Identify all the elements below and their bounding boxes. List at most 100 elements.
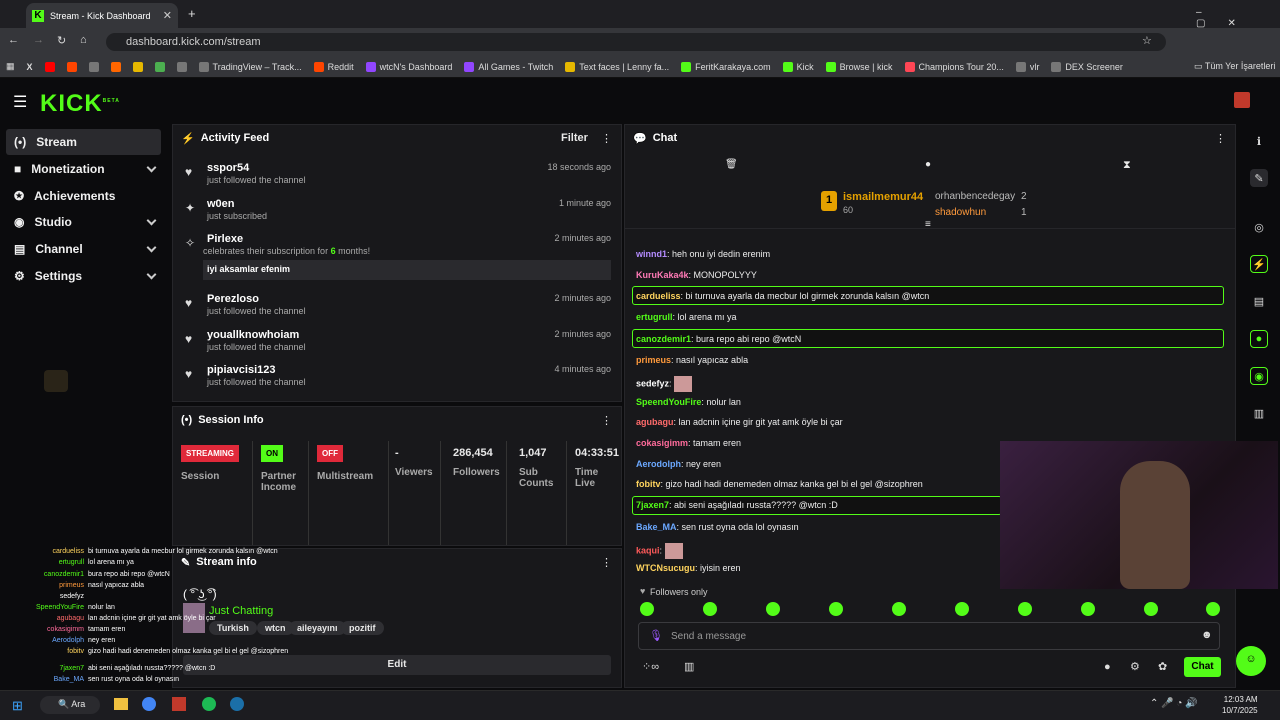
pencil-icon[interactable]: ✎ xyxy=(1250,169,1268,187)
more-options-icon[interactable]: ⋮ xyxy=(1215,132,1226,145)
spotify-icon[interactable] xyxy=(202,697,216,711)
more-options-icon[interactable]: ⋮ xyxy=(601,556,612,569)
emote-button[interactable] xyxy=(892,602,906,616)
emote-button[interactable] xyxy=(1018,602,1032,616)
chat-username[interactable]: agubagu xyxy=(636,417,674,427)
site-icon[interactable] xyxy=(132,61,143,72)
kick-logo[interactable]: KICKBETA xyxy=(40,90,120,118)
filter-button[interactable]: Filter xyxy=(561,132,588,144)
browser-tab[interactable]: K Stream - Kick Dashboard ✕ xyxy=(26,3,178,28)
sidebar-item-achievements[interactable]: ✪ Achievements xyxy=(6,183,161,209)
sidebar-item-settings[interactable]: ⚙ Settings xyxy=(6,263,161,289)
ycombinator-icon[interactable] xyxy=(110,61,121,72)
bookmark-item[interactable]: Champions Tour 20... xyxy=(904,61,1004,72)
collapse-icon[interactable]: ≡ xyxy=(925,219,931,230)
chat-username[interactable]: sedefyz xyxy=(636,378,669,388)
home-icon[interactable]: ⌂ xyxy=(80,34,87,46)
chat-username[interactable]: fobitv xyxy=(636,479,661,489)
url-field[interactable]: dashboard.kick.com/stream xyxy=(106,33,1166,51)
new-tab-icon[interactable]: + xyxy=(188,6,196,21)
bookmark-item[interactable]: FeritKarakaya.com xyxy=(681,61,771,72)
menu-icon[interactable]: ☰ xyxy=(13,92,27,112)
chat-username[interactable]: cokasigimm xyxy=(636,438,688,448)
feed-user[interactable]: Pirlexe xyxy=(207,233,243,245)
steam-icon[interactable] xyxy=(230,697,244,711)
chat-settings-icon[interactable]: ● xyxy=(1104,661,1111,673)
clip-icon[interactable]: ◎ xyxy=(1250,218,1268,236)
leader-3-name[interactable]: shadowhun xyxy=(935,207,986,218)
infinity-icon[interactable]: ⁘∞ xyxy=(642,660,659,673)
bookmark-item[interactable]: Text faces | Lenny fa... xyxy=(565,61,669,72)
chat-username[interactable]: Aerodolph xyxy=(636,459,681,469)
chat-input[interactable]: 🎙 Send a message ☻ xyxy=(638,622,1220,650)
emote-button[interactable] xyxy=(640,602,654,616)
chat-username[interactable]: ertugrull xyxy=(636,312,673,322)
send-chat-button[interactable]: Chat xyxy=(1184,657,1221,677)
bookmark-item[interactable]: vlr xyxy=(1015,61,1039,72)
bookmark-item[interactable]: Browse | kick xyxy=(825,61,893,72)
avatar[interactable] xyxy=(1234,92,1250,108)
chat-username[interactable]: SpeendYouFire xyxy=(636,397,701,407)
gift-icon[interactable]: ✿ xyxy=(1158,660,1167,673)
app-icon[interactable] xyxy=(172,697,186,711)
chat-username[interactable]: cardueliss xyxy=(636,291,681,301)
feed-user[interactable]: w0en xyxy=(207,198,235,210)
store-icon[interactable]: ▥ xyxy=(684,660,694,673)
chat-icon[interactable]: ● xyxy=(1250,330,1268,348)
close-tab-icon[interactable]: ✕ xyxy=(163,9,172,22)
emoji-icon[interactable]: ☻ xyxy=(1201,629,1213,641)
feed-user[interactable]: sspor54 xyxy=(207,162,249,174)
trash-icon[interactable]: 🗑 xyxy=(725,159,738,170)
reload-icon[interactable]: ↻ xyxy=(57,34,66,47)
emote-button[interactable] xyxy=(766,602,780,616)
chat-username[interactable]: 7jaxen7 xyxy=(636,500,669,510)
bookmark-item[interactable]: TradingView – Track... xyxy=(198,61,302,72)
emote-button[interactable] xyxy=(1081,602,1095,616)
more-options-icon[interactable]: ⋮ xyxy=(601,132,612,145)
leader-2-name[interactable]: orhanbencedegay xyxy=(935,191,1015,202)
site-icon[interactable] xyxy=(88,61,99,72)
emote-button[interactable] xyxy=(703,602,717,616)
broadcast-icon[interactable]: ◉ xyxy=(1250,367,1268,385)
feed-user[interactable]: Perezloso xyxy=(207,293,259,305)
reddit-icon[interactable] xyxy=(66,61,77,72)
category-label[interactable]: Just Chatting xyxy=(209,605,273,617)
chat-username[interactable]: primeus xyxy=(636,355,671,365)
emote-button[interactable] xyxy=(1144,602,1158,616)
x-icon[interactable]: X xyxy=(27,62,33,72)
mic-icon[interactable]: 🎙 xyxy=(649,629,663,642)
more-options-icon[interactable]: ⋮ xyxy=(601,414,612,427)
chat-username[interactable]: KuruKaka4k xyxy=(636,270,689,280)
info-icon[interactable]: ℹ xyxy=(1250,132,1268,150)
windows-start-icon[interactable]: ⊞ xyxy=(12,698,23,714)
bookmark-item[interactable]: All Games - Twitch xyxy=(464,61,553,72)
window-controls[interactable]: –▢✕ xyxy=(1196,7,1280,29)
sidebar-item-stream[interactable]: (•) Stream xyxy=(6,129,161,155)
chat-username[interactable]: canozdemir1 xyxy=(636,334,691,344)
bookmark-star-icon[interactable]: ☆ xyxy=(1142,34,1152,47)
help-button[interactable]: ☺ xyxy=(1236,646,1266,676)
emote-button[interactable] xyxy=(829,602,843,616)
all-bookmarks[interactable]: ▭ Tüm Yer İşaretleri xyxy=(1194,61,1275,72)
document-icon[interactable]: ▤ xyxy=(1250,292,1268,310)
emote-button[interactable] xyxy=(955,602,969,616)
site-icon[interactable] xyxy=(154,61,165,72)
apps-icon[interactable]: ▦ xyxy=(6,61,15,72)
hourglass-icon[interactable]: ⧗ xyxy=(1123,159,1131,172)
back-icon[interactable]: ← xyxy=(8,34,19,46)
emote-button[interactable] xyxy=(1206,602,1220,616)
feed-user[interactable]: youallknowhoiam xyxy=(207,329,299,341)
bookmark-item[interactable]: wtcN's Dashboard xyxy=(365,61,452,72)
leader-1-name[interactable]: ismailmemur44 xyxy=(843,191,923,203)
bookmark-item[interactable]: DEX Screener xyxy=(1051,61,1123,72)
taskbar-search[interactable]: 🔍 Ara xyxy=(40,696,100,714)
chat-username[interactable]: winnd1 xyxy=(636,249,667,259)
gear-icon[interactable]: ⚙ xyxy=(1130,660,1140,673)
chrome-icon[interactable] xyxy=(142,697,156,711)
sidebar-item-monetization[interactable]: ■ Monetization xyxy=(6,156,161,182)
sidebar-item-studio[interactable]: ◉ Studio xyxy=(6,209,161,235)
forward-icon[interactable]: → xyxy=(33,34,44,46)
chat-username[interactable]: Bake_MA xyxy=(636,522,677,532)
lightning-icon[interactable]: ⚡ xyxy=(1250,255,1268,273)
youtube-icon[interactable] xyxy=(44,61,55,72)
